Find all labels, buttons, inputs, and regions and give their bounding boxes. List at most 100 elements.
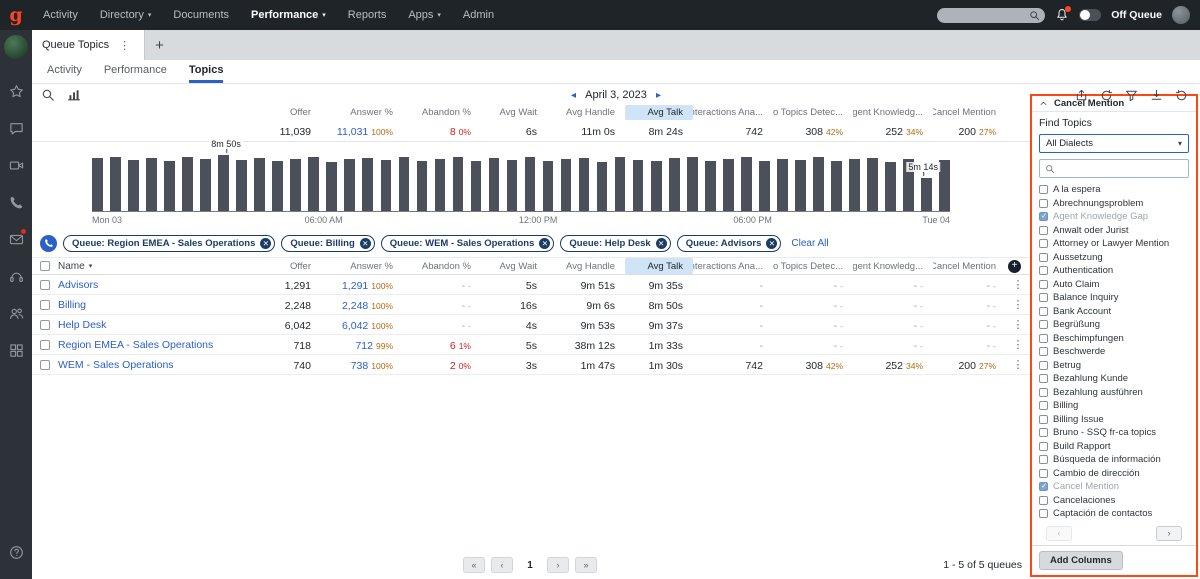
column-header-interactions-ana[interactable]: Interactions Ana... [693,105,773,120]
filter-chip[interactable]: Queue: WEM - Sales Operations✕ [381,235,555,252]
column-header-cancel-mention[interactable]: Cancel Mention [933,105,1006,120]
chart-bar[interactable] [687,157,698,211]
column-header-answer[interactable]: Answer % [321,258,403,274]
topic-item[interactable]: Búsqueda de información [1039,453,1189,467]
chart-bar[interactable] [867,158,878,211]
column-header-abandon[interactable]: Abandon % [403,105,481,120]
column-header-interactions-ana[interactable]: Interactions Ana... [693,258,773,274]
row-checkbox[interactable] [40,340,50,350]
topic-checkbox[interactable] [1039,226,1048,235]
chart-bar[interactable] [308,157,319,211]
chart-bar[interactable] [705,161,716,211]
chart-bar[interactable] [344,159,355,211]
date-prev-icon[interactable]: ◂ [571,90,576,101]
export-icon[interactable] [1075,89,1088,102]
row-checkbox[interactable] [40,280,50,290]
topic-checkbox[interactable] [1039,388,1048,397]
chart-bar[interactable] [831,161,842,211]
help-icon[interactable] [0,534,32,571]
page-current[interactable]: 1 [519,557,541,573]
topic-checkbox[interactable] [1039,374,1048,383]
column-header-agent-knowledg[interactable]: Agent Knowledg... [853,258,933,274]
column-header-avg-talk[interactable]: Avg Talk [625,258,693,274]
queue-name-link[interactable]: Region EMEA - Sales Operations [58,339,236,351]
topic-checkbox[interactable] [1039,469,1048,478]
user-avatar[interactable] [1172,6,1190,24]
chart-bar[interactable] [849,159,860,211]
chart-bar[interactable] [164,161,175,211]
topic-item[interactable]: Cancelaciones [1039,494,1189,508]
topic-item[interactable]: Bezahlung Kunde [1039,372,1189,386]
chart-bar[interactable] [543,161,554,211]
page-button[interactable]: « [463,557,485,573]
download-icon[interactable] [1150,89,1163,102]
chart-bar[interactable] [651,161,662,211]
remove-chip-icon[interactable]: ✕ [360,238,371,249]
add-column-button[interactable]: + [1008,260,1021,273]
voice-media-icon[interactable] [40,235,57,252]
topic-checkbox[interactable] [1039,253,1048,262]
column-header-avg-wait[interactable]: Avg Wait [481,258,547,274]
filter-chip[interactable]: Queue: Region EMEA - Sales Operations✕ [63,235,275,252]
topic-item[interactable]: Cambio de dirección [1039,467,1189,481]
contacts-icon[interactable] [0,295,32,332]
queue-name-link[interactable]: Help Desk [58,319,236,331]
chart-bar[interactable] [759,161,770,211]
topic-item[interactable]: Build Rapport [1039,440,1189,454]
favorites-icon[interactable] [0,73,32,110]
inbox-icon[interactable] [0,221,32,258]
chart-bar[interactable] [633,160,644,211]
chart-bar[interactable] [615,157,626,211]
nav-item-admin[interactable]: Admin [452,0,505,30]
chart-bar[interactable] [326,162,337,211]
chart-bar[interactable] [362,158,373,211]
column-header-cancel-mention[interactable]: Cancel Mention [933,258,1006,274]
column-header-avg-wait[interactable]: Avg Wait [481,105,547,120]
notifications-bell-icon[interactable] [1055,8,1069,22]
queue-name-link[interactable]: Advisors [58,279,236,291]
topic-item[interactable]: Bezahlung ausführen [1039,386,1189,400]
chart-bar[interactable] [723,159,734,211]
chart-bar[interactable] [200,159,211,211]
column-header-abandon[interactable]: Abandon % [403,258,481,274]
topic-checkbox[interactable] [1039,334,1048,343]
chart-bar[interactable] [92,158,103,211]
remove-chip-icon[interactable]: ✕ [260,238,271,249]
chart-bar[interactable] [525,157,536,211]
chart-bar[interactable] [669,158,680,211]
chart-bar[interactable] [777,159,788,211]
chart-bar[interactable] [128,160,139,211]
clear-all-link[interactable]: Clear All [791,238,828,249]
topic-checkbox[interactable] [1039,509,1048,518]
row-checkbox[interactable] [40,300,50,310]
topic-checkbox[interactable] [1039,307,1048,316]
row-kebab-icon[interactable]: ⋮ [1006,318,1030,331]
add-columns-button[interactable]: Add Columns [1039,551,1123,570]
chart-bar[interactable] [921,178,932,211]
search-icon[interactable] [41,88,55,102]
filter-chip[interactable]: Queue: Billing✕ [281,235,374,252]
row-kebab-icon[interactable]: ⋮ [1006,298,1030,311]
subtab-activity[interactable]: Activity [47,64,82,83]
column-header-avg-talk[interactable]: Avg Talk [625,105,693,120]
chat-icon[interactable] [0,110,32,147]
interactions-icon[interactable] [0,258,32,295]
topic-item[interactable]: Begrüßung [1039,318,1189,332]
topic-item[interactable]: Abrechnungsproblem [1039,197,1189,211]
queue-name-link[interactable]: Billing [58,299,236,311]
chart-bar[interactable] [290,159,301,211]
chart-bar[interactable] [254,158,265,211]
topic-item[interactable]: Auto Claim [1039,278,1189,292]
remove-chip-icon[interactable]: ✕ [656,238,667,249]
column-header-offer[interactable]: Offer [236,258,321,274]
chart-bar[interactable] [272,161,283,211]
global-search-field[interactable] [942,10,1029,21]
queue-name-link[interactable]: WEM - Sales Operations [58,359,236,371]
video-icon[interactable] [0,147,32,184]
dialect-select[interactable]: All Dialects ▾ [1039,134,1189,153]
row-checkbox[interactable] [40,360,50,370]
topic-item[interactable]: A la espera [1039,183,1189,197]
panel-prev-button[interactable]: ‹ [1046,526,1072,541]
topic-checkbox[interactable] [1039,239,1048,248]
subtab-performance[interactable]: Performance [104,64,167,83]
